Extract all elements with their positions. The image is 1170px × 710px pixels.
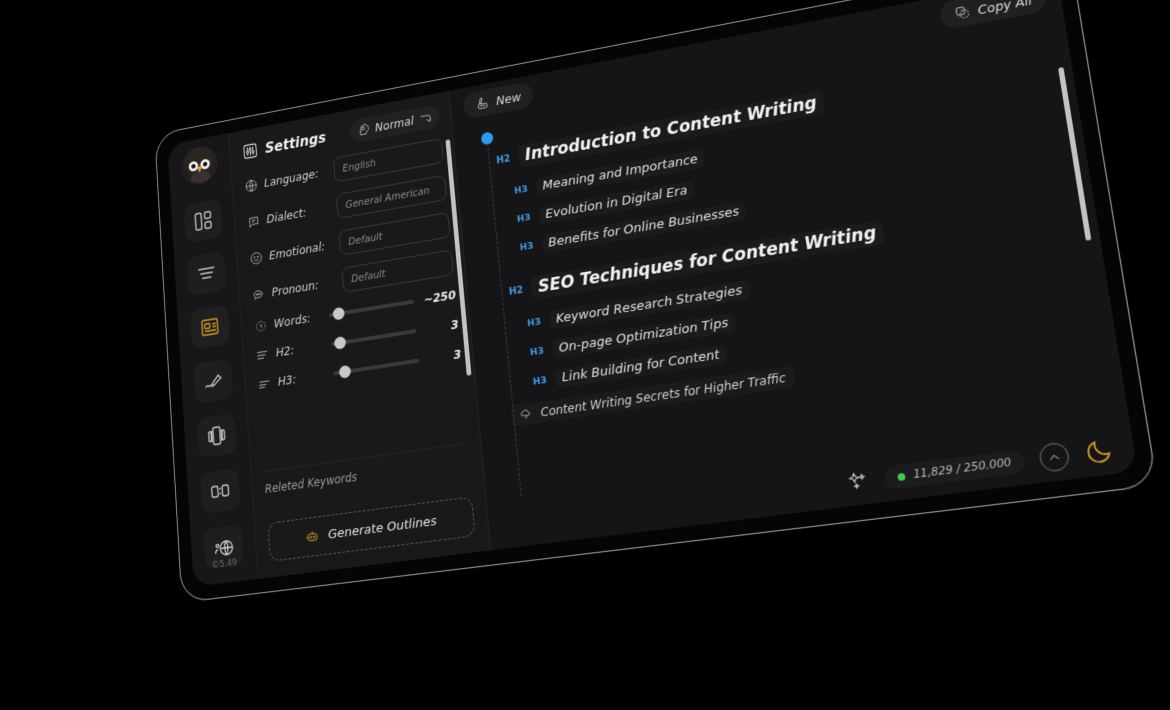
- app-screen: ©5.49 Settings Normal Language: English …: [167, 0, 1138, 587]
- main-toolbar: New Copy All: [449, 0, 1063, 127]
- sidebar-item-timer[interactable]: [199, 468, 241, 514]
- h2-slider-value: 3: [450, 317, 460, 333]
- write-icon: [475, 94, 491, 111]
- swap-arrow-icon[interactable]: [418, 110, 433, 126]
- globe-person-icon: [212, 534, 234, 560]
- sidebar-item-cards[interactable]: [196, 412, 237, 459]
- heading-tag: H3: [513, 183, 529, 197]
- new-button-label: New: [495, 88, 522, 108]
- words-slider-thumb[interactable]: [332, 306, 346, 321]
- clock-icon: [253, 318, 268, 335]
- words-slider-value: ~250: [423, 288, 457, 307]
- related-keywords-label: Releted Keywords: [264, 470, 358, 497]
- slider-h3-label-group: H3:: [257, 366, 334, 393]
- outline-h3-row[interactable]: H3 Link Building for Content: [532, 291, 1087, 391]
- field-dialect-label: Dialect:: [266, 205, 307, 226]
- slider-words-label-group: Words:: [253, 308, 329, 335]
- sidebar-item-dashboard[interactable]: [183, 198, 223, 244]
- settings-title: Settings: [242, 128, 327, 161]
- pen-icon: [202, 368, 224, 393]
- theme-toggle-button[interactable]: [1082, 436, 1116, 468]
- settings-title-label: Settings: [264, 128, 327, 157]
- slider-h2-label-group: H2:: [255, 337, 331, 364]
- tablet-device-frame: ©5.49 Settings Normal Language: English …: [154, 0, 1158, 603]
- settings-fields: Language: English Dialect: General Ameri…: [232, 134, 480, 469]
- chevron-up-icon: [1045, 449, 1063, 466]
- slider-words-label: Words:: [273, 311, 312, 331]
- field-language-label: Language:: [263, 166, 319, 190]
- avatar-eye-right: [199, 158, 210, 170]
- heading-tag: H3: [532, 374, 548, 388]
- h2-lines-icon: [255, 346, 270, 363]
- heading-tag: H3: [519, 240, 534, 254]
- robot-icon: [303, 527, 320, 547]
- h3-lines-icon: [257, 375, 272, 392]
- status-dot: [896, 472, 906, 481]
- h3-slider-thumb[interactable]: [338, 364, 352, 379]
- avatar-body: [189, 169, 211, 186]
- copy-all-label: Copy All: [976, 0, 1033, 17]
- copy-all-button[interactable]: Copy All: [938, 0, 1048, 31]
- cards-icon: [205, 423, 227, 449]
- h2-slider-track[interactable]: [331, 329, 417, 351]
- dashboard-icon: [192, 208, 213, 233]
- sidebar-item-edit[interactable]: [192, 358, 233, 404]
- screenshot-stage: ©5.49 Settings Normal Language: English …: [0, 0, 1170, 710]
- head-brain-icon: [356, 122, 370, 138]
- cloud-idea-icon: [518, 406, 534, 423]
- heading-tag: H2: [508, 284, 524, 298]
- outline-footnote-text: Content Writing Secrets for Higher Traff…: [539, 370, 787, 420]
- credits-text: 11,829 / 250.000: [912, 456, 1013, 482]
- copy-icon: [953, 3, 972, 22]
- moon-icon: [1082, 436, 1116, 468]
- heading-text: Link Building for Content: [554, 344, 728, 389]
- emotional-input[interactable]: Default: [338, 211, 451, 256]
- generate-outlines-label: Generate Outlines: [327, 513, 438, 543]
- h3-slider-track[interactable]: [333, 358, 420, 379]
- field-pronoun-label: Pronoun:: [271, 277, 319, 299]
- slider-h2-label: H2:: [275, 343, 295, 360]
- sliders-icon: [242, 141, 259, 161]
- field-dialect-label-group: Dialect:: [246, 199, 337, 229]
- mode-label: Normal: [374, 113, 415, 134]
- heading-tag: H2: [495, 153, 511, 166]
- dialect-input[interactable]: General American: [335, 174, 448, 220]
- sidebar-item-lines[interactable]: [186, 251, 226, 296]
- pronoun-input[interactable]: Default: [341, 249, 454, 294]
- field-emotional-label: Emotional:: [268, 239, 326, 262]
- digital-clock-icon: [209, 478, 231, 504]
- article-icon: [199, 314, 221, 339]
- smiley-icon: [249, 249, 264, 266]
- sidebar-item-article[interactable]: [189, 304, 230, 350]
- heading-tag: H3: [516, 212, 532, 225]
- heading-tag: H3: [529, 345, 545, 359]
- collapse-button[interactable]: [1037, 441, 1071, 473]
- slider-h3-label: H3:: [277, 372, 297, 389]
- speech-icon: [246, 213, 261, 230]
- heading-tag: H3: [526, 316, 542, 330]
- bubble-icon: [251, 286, 266, 303]
- field-emotional-label-group: Emotional:: [249, 236, 340, 266]
- owl-avatar[interactable]: [181, 144, 218, 186]
- avatar-eye-left: [188, 160, 198, 173]
- status-bar: 11,829 / 250.000: [487, 423, 1138, 550]
- credits-indicator[interactable]: 11,829 / 250.000: [882, 449, 1027, 491]
- main-scrollbar[interactable]: [1058, 66, 1092, 241]
- field-pronoun-label-group: Pronoun:: [251, 273, 343, 303]
- globe-icon: [244, 177, 259, 194]
- settings-panel: Settings Normal Language: English Dialec…: [228, 90, 492, 579]
- sparkles-icon: [845, 469, 871, 495]
- h3-slider-value: 3: [452, 347, 462, 363]
- words-slider-track[interactable]: [328, 299, 415, 321]
- main-content: New Copy All H2 Introduction to Content …: [449, 0, 1138, 551]
- lines-icon: [195, 261, 217, 286]
- h2-slider-thumb[interactable]: [333, 335, 346, 351]
